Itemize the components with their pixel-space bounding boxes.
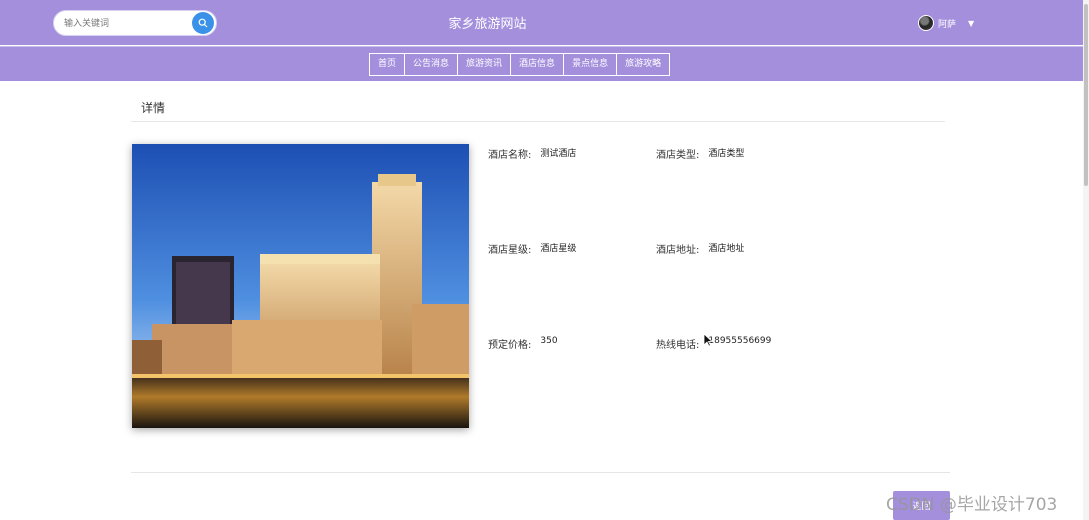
field-hotel-address: 酒店地址: 酒店地址	[656, 241, 744, 256]
site-title: 家乡旅游网站	[448, 17, 527, 32]
detail-panel: 详情 酒店名称: 测试酒店 酒店类型: 酒店类型 酒店星级: 酒店星级 酒店地址…	[0, 82, 1083, 520]
nav-travel-guides[interactable]: 旅游攻略	[616, 53, 671, 76]
field-label: 酒店地址:	[656, 245, 700, 256]
field-hotel-name: 酒店名称: 测试酒店	[488, 146, 576, 161]
page-title: 详情	[141, 101, 166, 115]
field-value: 酒店星级	[540, 244, 577, 254]
scrollbar-thumb[interactable]	[1084, 4, 1088, 186]
field-hotel-stars: 酒店星级: 酒店星级	[488, 241, 576, 256]
hotel-photo	[132, 144, 469, 428]
field-value: 350	[540, 336, 558, 346]
nav-announcements[interactable]: 公告消息	[404, 53, 459, 76]
top-header: 家乡旅游网站 阿萨 ▼	[0, 0, 1089, 45]
page-scrollbar[interactable]	[1083, 0, 1089, 520]
avatar[interactable]	[918, 15, 934, 31]
username[interactable]: 阿萨	[938, 17, 956, 30]
user-menu[interactable]: 阿萨 ▼	[918, 14, 974, 32]
field-label: 热线电话:	[656, 340, 700, 351]
search-input[interactable]	[64, 15, 190, 32]
field-label: 酒店星级:	[488, 245, 532, 256]
nav-attraction-info[interactable]: 景点信息	[563, 53, 618, 76]
nav-hotel-info[interactable]: 酒店信息	[510, 53, 565, 76]
field-value: 18955556699	[708, 336, 772, 346]
field-value: 测试酒店	[540, 149, 577, 159]
field-hotel-type: 酒店类型: 酒店类型	[656, 146, 744, 161]
field-label: 酒店名称:	[488, 150, 532, 161]
search-icon	[198, 18, 208, 28]
nav-home[interactable]: 首页	[369, 53, 406, 76]
field-value: 酒店类型	[708, 149, 745, 159]
search-button[interactable]	[192, 12, 214, 34]
chevron-down-icon[interactable]: ▼	[968, 19, 974, 28]
field-label: 酒店类型:	[656, 150, 700, 161]
field-hotline: 热线电话: 18955556699	[656, 336, 771, 351]
field-booking-price: 预定价格: 350	[488, 336, 558, 351]
field-label: 预定价格:	[488, 340, 532, 351]
divider	[131, 472, 950, 473]
nav-travel-news[interactable]: 旅游资讯	[457, 53, 512, 76]
divider	[131, 121, 945, 122]
main-nav: 首页 公告消息 旅游资讯 酒店信息 景点信息 旅游攻略	[0, 46, 1089, 81]
search-box	[53, 10, 217, 36]
watermark: CSDN @毕业设计703	[886, 495, 1058, 515]
field-value: 酒店地址	[708, 244, 745, 254]
cursor-icon	[703, 333, 713, 347]
nav-tabs: 首页 公告消息 旅游资讯 酒店信息 景点信息 旅游攻略	[369, 53, 671, 76]
